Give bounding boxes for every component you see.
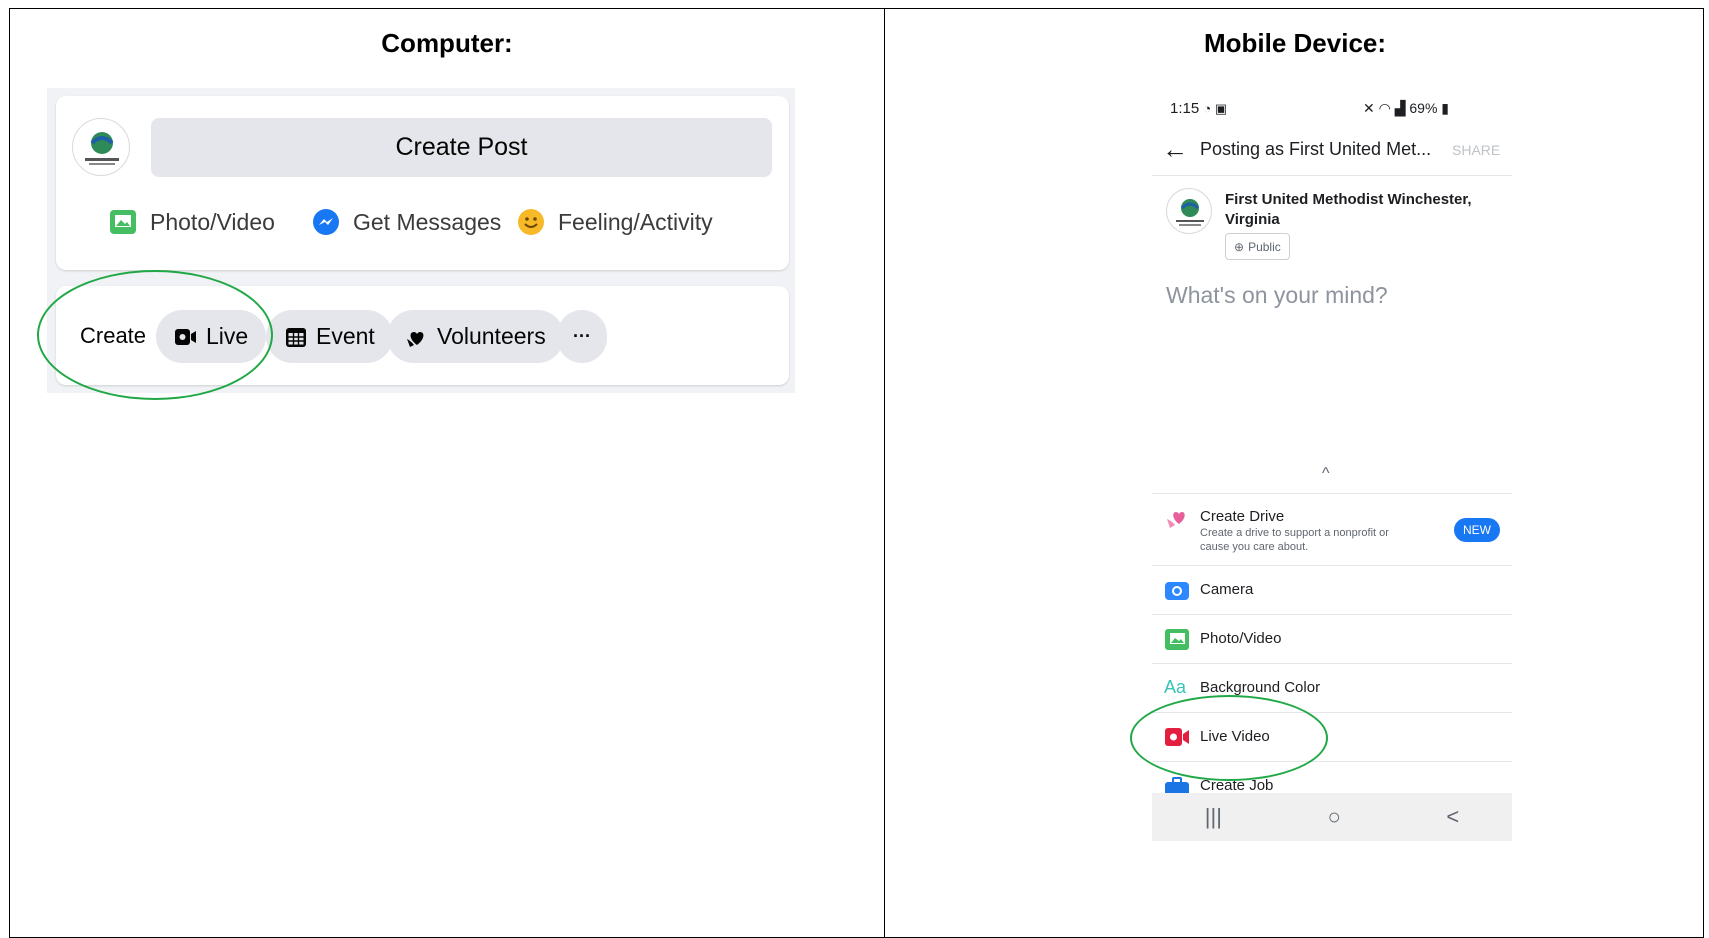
smiley-icon xyxy=(518,209,544,235)
option-live-video[interactable]: Live Video xyxy=(1152,712,1512,761)
briefcase-icon xyxy=(1165,777,1189,793)
mobile-page-avatar xyxy=(1166,188,1212,234)
option-background-color[interactable]: Aa Background Color xyxy=(1152,663,1512,712)
camera-label: Camera xyxy=(1200,581,1254,598)
option-create-drive[interactable]: Create Drive Create a drive to support a… xyxy=(1152,493,1512,565)
status-right: ✕ ◠ ▟ 69% ▮ xyxy=(1363,100,1449,117)
create-job-label: Create Job xyxy=(1200,777,1274,793)
feeling-activity-button[interactable]: Feeling/Activity xyxy=(516,202,713,242)
header-title: Posting as First United Met... xyxy=(1200,139,1432,159)
calendar-icon xyxy=(286,327,306,347)
volunteers-label: Volunteers xyxy=(437,323,546,349)
create-drive-label: Create Drive xyxy=(1200,508,1285,525)
globe-icon: ⊕ xyxy=(1234,239,1245,254)
home-icon[interactable]: ○ xyxy=(1328,804,1341,830)
status-bar: 1:15 ◔ ▣ ✕ ◠ ▟ 69% ▮ xyxy=(1170,100,1490,117)
option-photo-video[interactable]: Photo/Video xyxy=(1152,614,1512,663)
mobile-header: ← Posting as First United Met... SHARE xyxy=(1152,126,1512,176)
post-input[interactable]: What's on your mind? xyxy=(1166,282,1388,309)
text-aa-icon: Aa xyxy=(1164,677,1187,697)
audience-label: Public xyxy=(1248,239,1281,254)
messenger-icon xyxy=(313,209,339,235)
event-label: Event xyxy=(316,323,375,349)
photo-video-label: Photo/Video xyxy=(150,208,275,235)
camera-icon xyxy=(1165,582,1189,600)
photo-video-button[interactable]: Photo/Video xyxy=(108,202,275,242)
new-badge: NEW xyxy=(1454,518,1500,542)
background-color-label: Background Color xyxy=(1200,679,1321,696)
more-icon: ··· xyxy=(573,326,591,346)
live-label: Live xyxy=(206,323,249,349)
create-post-button[interactable]: Create Post xyxy=(151,118,772,177)
option-camera[interactable]: Camera xyxy=(1152,565,1512,614)
android-nav-bar: ||| ○ < xyxy=(1152,793,1512,841)
live-video-icon xyxy=(1165,728,1189,746)
create-card: Create Live Event Volunteers ··· xyxy=(56,286,789,385)
back-arrow-icon[interactable]: ← xyxy=(1162,134,1188,165)
live-video-icon xyxy=(175,328,196,345)
event-button[interactable]: Event xyxy=(266,310,393,363)
option-create-job[interactable]: Create Job xyxy=(1152,761,1512,793)
photo-video-icon xyxy=(1165,629,1189,650)
share-button[interactable]: SHARE xyxy=(1452,142,1500,158)
audience-selector[interactable]: ⊕ Public xyxy=(1225,233,1290,260)
more-button[interactable]: ··· xyxy=(557,310,607,363)
battery-icon: ▮ xyxy=(1437,100,1450,116)
computer-heading: Computer: xyxy=(381,28,513,58)
create-post-card: Create Post Photo/Video Get Messages Fee… xyxy=(56,96,789,270)
back-icon[interactable]: < xyxy=(1446,804,1459,830)
get-messages-label: Get Messages xyxy=(353,208,502,235)
mobile-heading: Mobile Device: xyxy=(1203,28,1387,58)
photo-video-label: Photo/Video xyxy=(1200,630,1282,647)
volunteers-button[interactable]: Volunteers xyxy=(387,310,564,363)
live-video-label: Live Video xyxy=(1200,728,1270,745)
heart-hand-icon xyxy=(1167,512,1185,528)
create-drive-subtitle: Create a drive to support a nonprofit or… xyxy=(1200,527,1389,553)
photo-video-icon xyxy=(110,210,136,234)
mobile-composer: 1:15 ◔ ▣ ✕ ◠ ▟ 69% ▮ ← Posting as First … xyxy=(1152,88,1512,843)
page-avatar[interactable] xyxy=(72,118,130,176)
desktop-composer: Create Post Photo/Video Get Messages Fee… xyxy=(47,88,795,393)
page-name: First United Methodist Winchester, Virgi… xyxy=(1225,191,1472,228)
battery-level: 69% xyxy=(1409,100,1438,116)
get-messages-button[interactable]: Get Messages xyxy=(311,202,501,242)
create-label: Create xyxy=(80,323,147,348)
recent-apps-icon[interactable]: ||| xyxy=(1205,804,1222,830)
signal-icon: ✕ ◠ ▟ xyxy=(1363,100,1410,116)
live-button[interactable]: Live xyxy=(156,310,267,363)
status-time: 1:15 xyxy=(1170,100,1200,117)
volunteers-icon xyxy=(407,331,424,347)
status-extra-icon: ◔ ▣ xyxy=(1203,101,1228,116)
chevron-up-icon[interactable]: ^ xyxy=(1322,465,1330,483)
feeling-activity-label: Feeling/Activity xyxy=(558,208,713,235)
panel-divider xyxy=(884,8,885,938)
